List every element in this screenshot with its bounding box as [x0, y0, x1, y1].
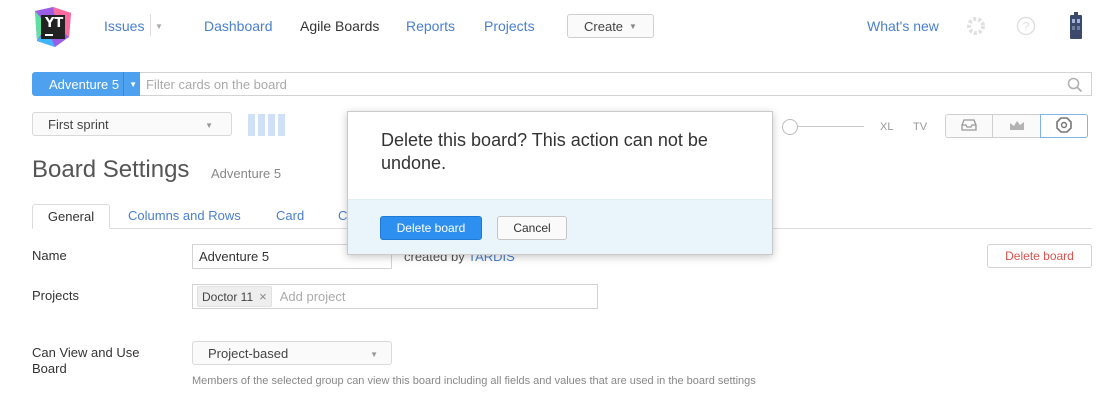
swimlane-bar: [258, 114, 265, 136]
tab-general[interactable]: General: [32, 204, 110, 229]
filter-cards-placeholder: Filter cards on the board: [146, 76, 287, 92]
gear-icon[interactable]: [966, 16, 986, 39]
nav-agile-boards[interactable]: Agile Boards: [300, 18, 379, 34]
chevron-down-icon: ▼: [129, 80, 137, 89]
swimlane-bar: [248, 114, 255, 136]
delete-board-button[interactable]: Delete board: [987, 244, 1092, 268]
project-chip: Doctor 11 ×: [197, 286, 272, 307]
remove-project-icon[interactable]: ×: [259, 289, 267, 304]
sprint-select-value: First sprint: [48, 116, 109, 132]
user-avatar-icon[interactable]: [1067, 12, 1085, 43]
logo-text: YT: [45, 16, 64, 31]
board-selector-button[interactable]: Adventure 5 ▼: [32, 72, 140, 96]
youtrack-logo-icon[interactable]: YT: [33, 7, 73, 47]
visibility-select[interactable]: Project-based ▼: [192, 341, 392, 365]
chevron-down-icon: ▼: [629, 21, 637, 31]
tab-card[interactable]: Card: [276, 208, 304, 223]
tab-chart[interactable]: C: [338, 208, 347, 223]
board-selector-split: [123, 72, 124, 96]
size-tv-label[interactable]: TV: [913, 121, 927, 133]
inbox-icon: [961, 118, 977, 134]
card-size-slider-track[interactable]: [790, 126, 864, 127]
size-xl-label[interactable]: XL: [880, 121, 893, 133]
page-title: Board Settings: [32, 156, 190, 183]
settings-icon: [1056, 116, 1072, 136]
whats-new-link[interactable]: What's new: [867, 18, 939, 34]
visibility-label-line1: Can View and Use: [32, 345, 140, 360]
dialog-message: Delete this board? This action can not b…: [381, 130, 708, 173]
create-button[interactable]: Create ▼: [567, 14, 654, 38]
projects-field[interactable]: Doctor 11 × Add project: [192, 284, 598, 309]
backlog-toggle[interactable]: [945, 114, 993, 138]
projects-label: Projects: [32, 288, 79, 303]
chart-toggle[interactable]: [992, 114, 1041, 138]
sprint-select[interactable]: First sprint ▼: [32, 112, 232, 136]
project-chip-label: Doctor 11: [202, 289, 254, 304]
dialog-footer: Delete board Cancel: [348, 199, 772, 254]
board-name-value: Adventure 5: [199, 249, 270, 264]
create-label: Create: [584, 18, 624, 34]
tab-columns-and-rows[interactable]: Columns and Rows: [128, 208, 241, 223]
card-size-slider-knob[interactable]: [782, 119, 798, 135]
chevron-down-icon: ▼: [370, 350, 378, 359]
nav-issues[interactable]: Issues: [104, 18, 144, 34]
swimlane-bar: [278, 114, 285, 136]
name-label: Name: [32, 248, 67, 263]
confirm-delete-button[interactable]: Delete board: [380, 216, 482, 240]
filter-cards-input[interactable]: Filter cards on the board: [140, 72, 1092, 96]
issues-dropdown-icon[interactable]: ▼: [155, 22, 163, 31]
chart-icon: [1009, 119, 1025, 134]
nav-projects[interactable]: Projects: [484, 18, 535, 34]
visibility-label-line2: Board: [32, 361, 67, 376]
board-settings-toggle[interactable]: [1040, 114, 1088, 138]
nav-reports[interactable]: Reports: [406, 18, 455, 34]
nav-divider: [150, 14, 151, 36]
visibility-hint: Members of the selected group can view t…: [192, 375, 756, 387]
add-project-placeholder[interactable]: Add project: [280, 289, 346, 304]
nav-dashboard[interactable]: Dashboard: [204, 18, 273, 34]
visibility-select-value: Project-based: [208, 345, 289, 361]
page-subtitle: Adventure 5: [211, 166, 282, 181]
delete-board-dialog: Delete this board? This action can not b…: [347, 111, 773, 255]
swimlane-bar: [268, 114, 275, 136]
search-icon[interactable]: [1067, 77, 1083, 96]
chevron-down-icon: ▼: [205, 121, 213, 130]
cancel-button[interactable]: Cancel: [497, 216, 567, 240]
help-icon[interactable]: ?: [1016, 16, 1036, 39]
svg-text:?: ?: [1023, 20, 1030, 34]
board-selector-label: Adventure 5: [49, 76, 120, 92]
